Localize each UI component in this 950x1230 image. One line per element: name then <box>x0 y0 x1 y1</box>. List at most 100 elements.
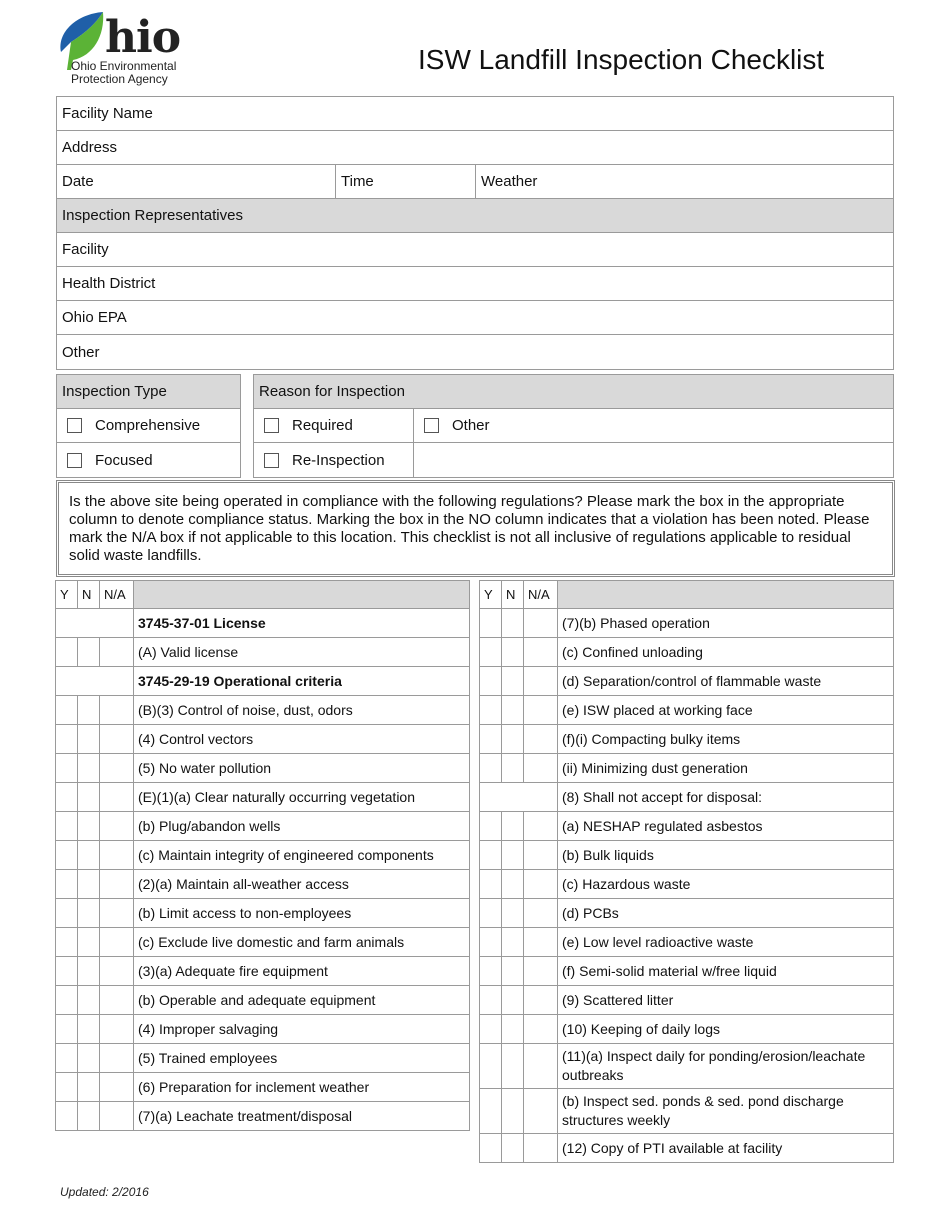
option-comprehensive[interactable]: Comprehensive <box>57 409 240 442</box>
checkbox-required[interactable] <box>264 418 279 433</box>
checkbox-y[interactable] <box>55 753 78 783</box>
checkbox-n[interactable] <box>501 753 524 783</box>
checkbox-y[interactable] <box>55 840 78 870</box>
checkbox-y[interactable] <box>55 811 78 841</box>
option-required[interactable]: Required <box>254 409 414 442</box>
checkbox-na[interactable] <box>523 1014 558 1044</box>
checkbox-n[interactable] <box>77 811 100 841</box>
checkbox-y[interactable] <box>479 811 502 841</box>
checkbox-y[interactable] <box>479 869 502 899</box>
checkbox-y[interactable] <box>479 1133 502 1163</box>
checkbox-y[interactable] <box>55 1101 78 1131</box>
option-focused[interactable]: Focused <box>57 443 240 477</box>
checkbox-y[interactable] <box>479 695 502 725</box>
checkbox-na[interactable] <box>523 956 558 986</box>
checkbox-comprehensive[interactable] <box>67 418 82 433</box>
checkbox-n[interactable] <box>501 840 524 870</box>
checkbox-na[interactable] <box>523 898 558 928</box>
checkbox-na[interactable] <box>99 1043 134 1073</box>
checkbox-n[interactable] <box>77 985 100 1015</box>
checkbox-n[interactable] <box>501 637 524 667</box>
option-re-inspection[interactable]: Re-Inspection <box>254 443 414 477</box>
checkbox-n[interactable] <box>77 840 100 870</box>
weather-field[interactable]: Weather <box>476 165 893 198</box>
checkbox-y[interactable] <box>55 637 78 667</box>
checkbox-n[interactable] <box>501 1133 524 1163</box>
checkbox-n[interactable] <box>77 927 100 957</box>
checkbox-y[interactable] <box>55 927 78 957</box>
checkbox-na[interactable] <box>523 869 558 899</box>
checkbox-n[interactable] <box>501 1043 524 1089</box>
checkbox-n[interactable] <box>501 811 524 841</box>
checkbox-na[interactable] <box>523 1133 558 1163</box>
checkbox-na[interactable] <box>99 985 134 1015</box>
checkbox-n[interactable] <box>501 608 524 638</box>
checkbox-n[interactable] <box>501 695 524 725</box>
checkbox-n[interactable] <box>77 1043 100 1073</box>
checkbox-y[interactable] <box>55 1043 78 1073</box>
checkbox-y[interactable] <box>55 1072 78 1102</box>
checkbox-y[interactable] <box>479 898 502 928</box>
checkbox-na[interactable] <box>99 637 134 667</box>
checkbox-na[interactable] <box>99 869 134 899</box>
checkbox-n[interactable] <box>501 1014 524 1044</box>
checkbox-n[interactable] <box>77 724 100 754</box>
checkbox-y[interactable] <box>479 724 502 754</box>
checkbox-y[interactable] <box>479 1043 502 1089</box>
checkbox-y[interactable] <box>55 724 78 754</box>
checkbox-y[interactable] <box>479 927 502 957</box>
checkbox-na[interactable] <box>99 927 134 957</box>
checkbox-y[interactable] <box>479 1088 502 1134</box>
checkbox-na[interactable] <box>523 985 558 1015</box>
checkbox-na[interactable] <box>99 1072 134 1102</box>
checkbox-y[interactable] <box>55 985 78 1015</box>
rep-facility-field[interactable]: Facility <box>57 233 893 266</box>
checkbox-n[interactable] <box>77 637 100 667</box>
checkbox-y[interactable] <box>479 840 502 870</box>
checkbox-n[interactable] <box>501 985 524 1015</box>
checkbox-n[interactable] <box>501 666 524 696</box>
checkbox-y[interactable] <box>479 956 502 986</box>
checkbox-na[interactable] <box>523 666 558 696</box>
checkbox-y[interactable] <box>479 1014 502 1044</box>
checkbox-na[interactable] <box>99 898 134 928</box>
checkbox-y[interactable] <box>55 782 78 812</box>
checkbox-n[interactable] <box>501 869 524 899</box>
checkbox-re-inspection[interactable] <box>264 452 279 468</box>
facility-name-field[interactable]: Facility Name <box>57 97 893 130</box>
checkbox-na[interactable] <box>523 637 558 667</box>
reason-other-blank[interactable] <box>414 443 893 477</box>
checkbox-n[interactable] <box>77 1101 100 1131</box>
checkbox-y[interactable] <box>55 898 78 928</box>
checkbox-n[interactable] <box>77 956 100 986</box>
checkbox-na[interactable] <box>99 1101 134 1131</box>
checkbox-focused[interactable] <box>67 452 82 468</box>
checkbox-n[interactable] <box>501 927 524 957</box>
rep-ohio-epa-field[interactable]: Ohio EPA <box>57 301 893 334</box>
checkbox-na[interactable] <box>523 608 558 638</box>
checkbox-y[interactable] <box>479 608 502 638</box>
checkbox-na[interactable] <box>523 753 558 783</box>
checkbox-y[interactable] <box>55 956 78 986</box>
checkbox-n[interactable] <box>77 1014 100 1044</box>
checkbox-na[interactable] <box>523 724 558 754</box>
checkbox-y[interactable] <box>55 1014 78 1044</box>
checkbox-na[interactable] <box>99 753 134 783</box>
checkbox-n[interactable] <box>501 1088 524 1134</box>
checkbox-y[interactable] <box>55 869 78 899</box>
checkbox-n[interactable] <box>77 1072 100 1102</box>
checkbox-na[interactable] <box>99 1014 134 1044</box>
checkbox-other[interactable] <box>424 418 439 433</box>
checkbox-na[interactable] <box>523 840 558 870</box>
checkbox-na[interactable] <box>99 724 134 754</box>
checkbox-y[interactable] <box>479 637 502 667</box>
date-field[interactable]: Date <box>57 165 336 198</box>
rep-other-field[interactable]: Other <box>57 335 893 369</box>
checkbox-na[interactable] <box>99 695 134 725</box>
checkbox-y[interactable] <box>479 753 502 783</box>
rep-health-district-field[interactable]: Health District <box>57 267 893 300</box>
checkbox-n[interactable] <box>77 782 100 812</box>
checkbox-na[interactable] <box>523 927 558 957</box>
time-field[interactable]: Time <box>336 165 476 198</box>
checkbox-n[interactable] <box>77 753 100 783</box>
